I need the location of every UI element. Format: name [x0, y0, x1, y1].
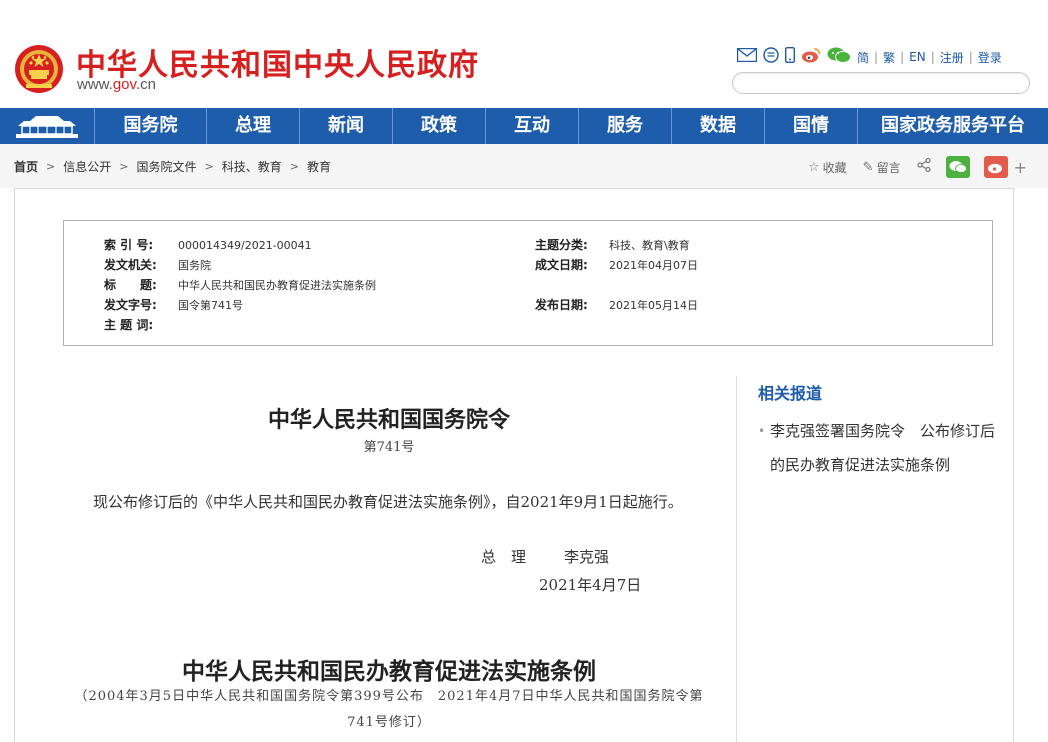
article-date: 2021年4月7日: [539, 576, 642, 594]
column-divider: [736, 376, 737, 742]
breadcrumb-separator: >: [46, 160, 56, 173]
article-signature: 总 理 李克强: [481, 546, 609, 567]
info-value: 000014349/2021-00041: [178, 239, 312, 252]
share-wechat-icon[interactable]: [945, 156, 970, 178]
page-tools: ☆ 收藏 ✎ 留言 +: [808, 156, 1027, 178]
share-weibo-icon[interactable]: [983, 156, 1008, 178]
nav-item-premier[interactable]: 总理: [206, 108, 299, 144]
link-register[interactable]: 注册: [940, 49, 964, 66]
link-separator: |: [874, 50, 879, 64]
breadcrumb-education[interactable]: 教育: [307, 158, 331, 175]
nav-item-service-platform[interactable]: 国家政务服务平台: [857, 108, 1048, 144]
breadcrumb-info-disclosure[interactable]: 信息公开: [63, 158, 111, 175]
article-number: 第741号: [363, 440, 415, 455]
mobile-icon[interactable]: [784, 46, 796, 68]
search-input[interactable]: [732, 72, 1030, 94]
nav-item-national-info[interactable]: 国情: [764, 108, 857, 144]
breadcrumb-separator: >: [119, 160, 129, 173]
star-icon[interactable]: ☆: [808, 160, 820, 175]
info-label: 发文字号:: [104, 298, 157, 312]
mail-icon[interactable]: [736, 47, 758, 67]
info-label: 成文日期:: [535, 258, 588, 272]
link-login[interactable]: 登录: [978, 49, 1002, 66]
article-title: 中华人民共和国国务院令: [267, 407, 510, 433]
related-link[interactable]: 李克强签署国务院令 公布修订后的民办教育促进法实施条例: [758, 414, 998, 482]
info-value: 科技、教育\教育: [609, 239, 690, 252]
info-label: 发布日期:: [535, 298, 588, 312]
regulation-title: 中华人民共和国民办教育促进法实施条例: [182, 658, 596, 685]
info-value: 中华人民共和国民办教育促进法实施条例: [178, 279, 376, 292]
wechat-icon[interactable]: [827, 47, 851, 68]
info-label: 发文机关:: [104, 258, 157, 272]
info-value: 国务院: [178, 259, 211, 272]
comment-button[interactable]: 留言: [877, 159, 901, 176]
breadcrumb-state-council-docs[interactable]: 国务院文件: [136, 158, 196, 175]
link-traditional[interactable]: 繁: [883, 49, 895, 66]
signature-role: 总 理: [481, 548, 527, 566]
regulation-subtitle: （2004年3月5日中华人民共和国国务院令第399号公布 2021年4月7日中华…: [74, 689, 704, 730]
info-topic: 主题分类: 科技、教育\教育: [535, 236, 690, 253]
main-nav: 国务院 总理 新闻 政策 互动 服务 数据 国情 国家政务服务平台: [0, 108, 1048, 144]
breadcrumb-home[interactable]: 首页: [14, 158, 38, 175]
info-value: 2021年04月07日: [609, 259, 698, 272]
breadcrumb: 首页 > 信息公开 > 国务院文件 > 科技、教育 > 教育: [14, 158, 331, 175]
nav-item-interaction[interactable]: 互动: [485, 108, 578, 144]
link-separator: |: [968, 50, 973, 64]
document-info-box: 索 引 号: 000014349/2021-00041 主题分类: 科技、教育\教育…: [63, 220, 993, 346]
info-label: 主题分类:: [535, 238, 588, 252]
link-separator: |: [930, 50, 935, 64]
info-label: 主 题 词:: [104, 318, 154, 332]
signature-name: 李克强: [564, 548, 610, 566]
nav-home-building-icon[interactable]: [0, 108, 94, 144]
related-item[interactable]: • 李克强签署国务院令 公布修订后的民办教育促进法实施条例: [758, 414, 998, 482]
info-published: 发布日期: 2021年05月14日: [535, 296, 698, 313]
site-url[interactable]: www.gov.cn: [77, 76, 156, 93]
nav-item-services[interactable]: 服务: [578, 108, 671, 144]
top-links: 简 | 繁 | EN | 注册 | 登录: [736, 46, 1002, 68]
link-simplified[interactable]: 简: [857, 49, 869, 66]
site-url-prefix: www.: [77, 76, 113, 93]
national-emblem-icon[interactable]: [14, 42, 64, 96]
pencil-icon[interactable]: ✎: [863, 160, 874, 175]
info-value: 2021年05月14日: [609, 299, 698, 312]
nav-item-news[interactable]: 新闻: [299, 108, 392, 144]
info-docnum: 发文字号: 国令第741号: [104, 296, 243, 313]
breadcrumb-separator: >: [289, 160, 299, 173]
link-english[interactable]: EN: [909, 50, 926, 64]
message-icon[interactable]: [763, 46, 779, 68]
breadcrumb-bar: 首页 > 信息公开 > 国务院文件 > 科技、教育 > 教育 ☆ 收藏 ✎ 留言…: [0, 144, 1048, 188]
share-icon[interactable]: [916, 157, 931, 176]
link-separator: |: [900, 50, 905, 64]
breadcrumb-separator: >: [204, 160, 214, 173]
site-header: 中华人民共和国中央人民政府 www.gov.cn 简 | 繁 | EN | 注册…: [0, 0, 1048, 108]
nav-item-policy[interactable]: 政策: [392, 108, 485, 144]
info-index: 索 引 号: 000014349/2021-00041: [104, 236, 312, 253]
site-url-suffix: .cn: [135, 76, 156, 93]
weibo-icon[interactable]: [801, 47, 821, 68]
related-title: 相关报道: [758, 384, 823, 403]
info-keywords: 主 题 词:: [104, 316, 178, 333]
info-label: 标 题:: [104, 278, 157, 292]
breadcrumb-science-education[interactable]: 科技、教育: [222, 158, 282, 175]
info-title: 标 题: 中华人民共和国民办教育促进法实施条例: [104, 276, 376, 293]
info-label: 索 引 号:: [104, 238, 154, 252]
favorite-button[interactable]: 收藏: [823, 159, 847, 176]
nav-item-data[interactable]: 数据: [671, 108, 764, 144]
info-created: 成文日期: 2021年04月07日: [535, 256, 698, 273]
info-issuer: 发文机关: 国务院: [104, 256, 211, 273]
share-more-icon[interactable]: +: [1014, 158, 1027, 177]
article-paragraph: 现公布修订后的《中华人民共和国民办教育促进法实施条例》，自2021年9月1日起施…: [93, 493, 683, 511]
bullet-icon: •: [758, 424, 766, 438]
nav-item-state-council[interactable]: 国务院: [94, 108, 206, 144]
nav-items: 国务院 总理 新闻 政策 互动 服务 数据 国情 国家政务服务平台: [94, 108, 1048, 144]
info-value: 国令第741号: [178, 299, 243, 312]
site-url-domain: gov: [112, 76, 136, 93]
